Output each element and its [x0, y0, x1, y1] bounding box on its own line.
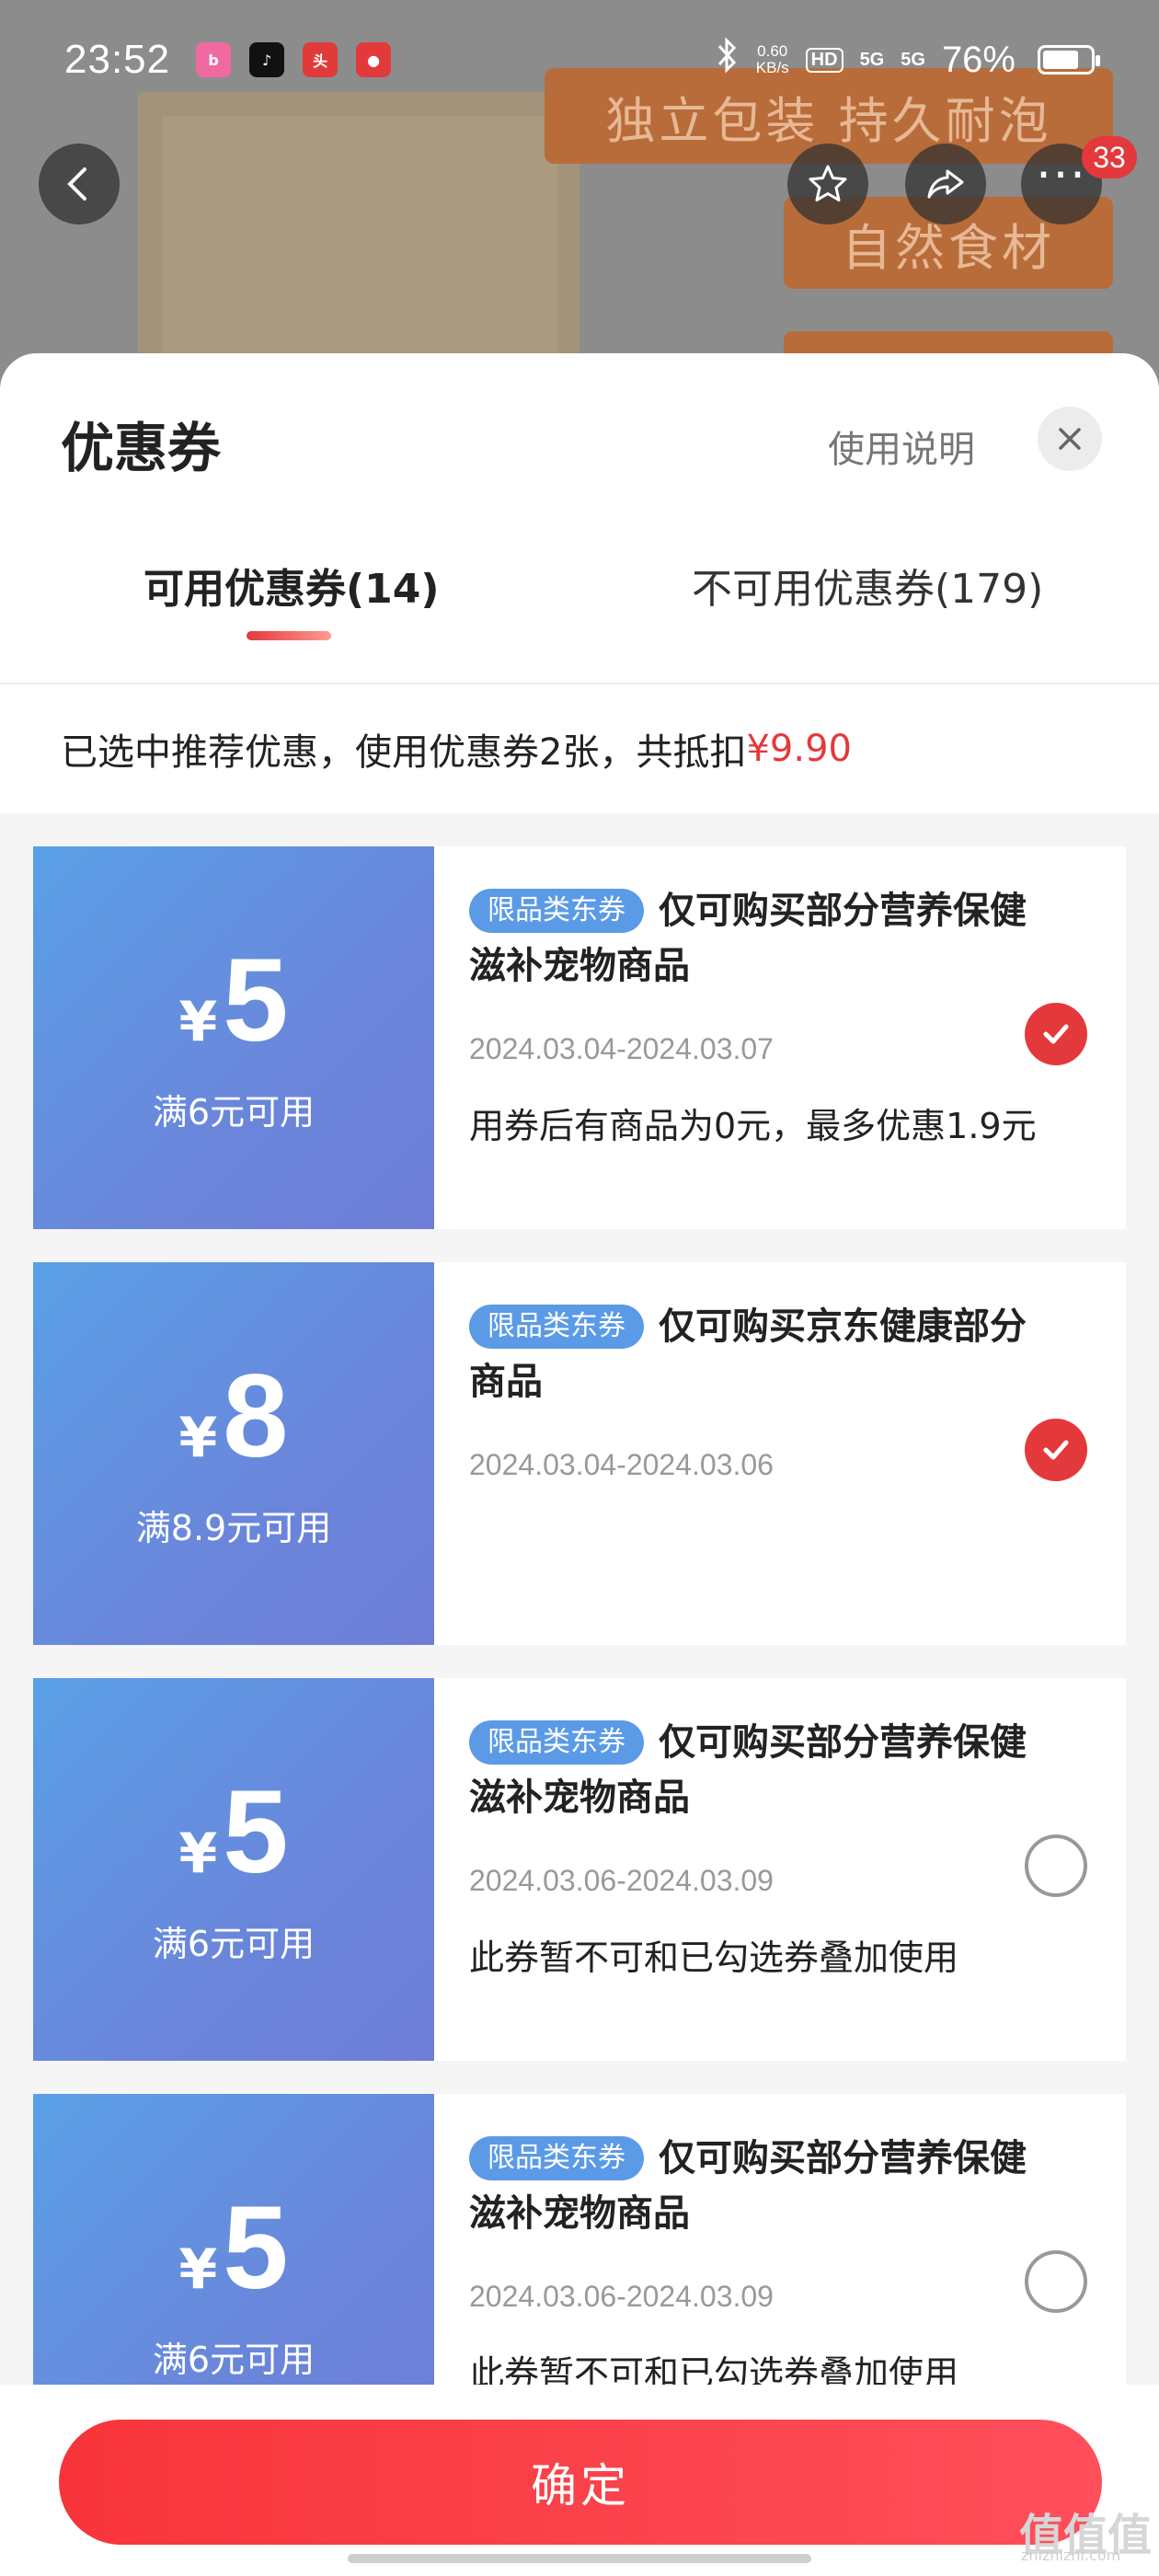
coupon-checkbox-checked[interactable]	[1025, 1419, 1087, 1481]
coupon-sheet: 优惠券 使用说明 可用优惠券(14) 不可用优惠券(179) 已选中推荐优惠，使…	[0, 353, 1159, 2576]
coupon-checkbox-checked[interactable]	[1025, 1003, 1087, 1065]
selection-summary: 已选中推荐优惠，使用优惠券2张，共抵扣 ¥9.90	[0, 684, 1159, 813]
coupon-details: 限品类东券 仅可购买京东健康部分商品 2024.03.04-2024.03.06	[434, 1262, 1126, 1645]
checkmark-icon	[1043, 1440, 1069, 1460]
currency-symbol: ¥	[178, 989, 218, 1054]
coupon-details: 限品类东券 仅可购买部分营养保健滋补宠物商品 2024.03.04-2024.03…	[434, 846, 1126, 1229]
signal-5g-icon-2: 5G	[901, 49, 925, 70]
coupon-condition: 满6元可用	[152, 2339, 316, 2380]
coupon-value-panel: ¥8 满8.9元可用	[28, 1262, 434, 1645]
coupon-note: 用券后有商品为0元，最多优惠1.9元	[469, 1106, 1037, 1146]
back-button[interactable]	[39, 144, 120, 224]
battery-icon	[1038, 45, 1100, 75]
tab-available[interactable]: 可用优惠券(14)	[143, 556, 439, 615]
coupon-card[interactable]: ¥8 满8.9元可用 限品类东券 仅可购买京东健康部分商品 2024.03.04-…	[28, 1262, 1126, 1645]
coupon-value-panel: ¥5 满6元可用	[28, 846, 434, 1229]
coupon-amount: 5	[223, 2181, 289, 2314]
watermark-url: zhizhizhi.com	[1021, 2547, 1121, 2564]
coupon-tag: 限品类东券	[469, 2136, 644, 2180]
usage-instructions-link[interactable]: 使用说明	[828, 420, 975, 473]
checkmark-icon	[1043, 1024, 1069, 1044]
tab-unavailable[interactable]: 不可用优惠券(179)	[692, 556, 1043, 615]
sheet-footer: 确定	[0, 2385, 1159, 2576]
app-notification-icon: ●	[356, 42, 392, 77]
status-time: 23:52	[64, 37, 171, 82]
coupon-amount: 5	[223, 1765, 289, 1898]
coupon-checkbox-unchecked[interactable]	[1025, 1834, 1087, 1897]
notification-icons: b ♪ 头 ●	[196, 42, 392, 77]
star-icon	[809, 165, 847, 201]
product-image-inner	[162, 116, 557, 386]
coupon-condition: 满8.9元可用	[135, 1507, 332, 1548]
tiktok-icon: ♪	[249, 42, 285, 77]
bilibili-icon: b	[196, 42, 232, 77]
coupon-tag: 限品类东券	[469, 1305, 644, 1349]
coupon-condition: 满6元可用	[152, 1091, 316, 1133]
home-indicator[interactable]	[348, 2554, 811, 2563]
coupon-list: ¥5 满6元可用 限品类东券 仅可购买部分营养保健滋补宠物商品 2024.03.0…	[0, 813, 1159, 2477]
more-dots-icon: ···	[1036, 148, 1087, 203]
coupon-tag: 限品类东券	[469, 889, 644, 933]
sheet-title: 优惠券	[61, 417, 222, 479]
coupon-tabs: 可用优惠券(14) 不可用优惠券(179)	[0, 556, 1159, 684]
close-icon	[1059, 428, 1081, 450]
coupon-amount: 8	[223, 1350, 289, 1482]
signal-5g-icon: 5G	[859, 49, 885, 70]
coupon-note: 此券暂不可和已勾选券叠加使用	[469, 1938, 959, 1978]
close-button[interactable]	[1038, 407, 1102, 471]
toutiao-icon: 头	[303, 42, 339, 77]
chevron-left-icon	[67, 167, 86, 201]
hd-icon: HD	[805, 47, 843, 73]
coupon-checkbox-unchecked[interactable]	[1025, 2250, 1087, 2313]
share-icon	[927, 169, 964, 199]
message-badge: 33	[1082, 136, 1137, 178]
sheet-header: 优惠券 使用说明 可用优惠券(14) 不可用优惠券(179)	[0, 353, 1159, 684]
summary-text: 已选中推荐优惠，使用优惠券2张，共抵扣	[61, 731, 747, 774]
network-speed: 0.60 KB/s	[755, 42, 789, 76]
coupon-card[interactable]: ¥5 满6元可用 限品类东券 仅可购买部分营养保健滋补宠物商品 2024.03.0…	[28, 846, 1126, 1229]
battery-percent: 76%	[941, 39, 1016, 80]
currency-symbol: ¥	[178, 2237, 218, 2302]
share-button[interactable]	[905, 144, 986, 224]
currency-symbol: ¥	[178, 1405, 218, 1470]
coupon-tag: 限品类东券	[469, 1720, 644, 1765]
divider	[0, 683, 1159, 684]
favorite-button[interactable]	[787, 144, 868, 224]
confirm-button[interactable]: 确定	[59, 2420, 1102, 2545]
coupon-condition: 满6元可用	[152, 1923, 316, 1964]
summary-amount: ¥9.90	[746, 728, 852, 770]
currency-symbol: ¥	[178, 1821, 218, 1886]
bluetooth-icon	[716, 37, 740, 83]
coupon-amount: 5	[223, 934, 289, 1066]
active-tab-indicator	[247, 631, 331, 640]
coupon-card[interactable]: ¥5 满6元可用 限品类东券 仅可购买部分营养保健滋补宠物商品 2024.03.0…	[28, 1678, 1126, 2061]
status-bar: 23:52 b ♪ 头 ● 0.60 KB/s HD 5G 5G 76%	[0, 0, 1159, 120]
coupon-details: 限品类东券 仅可购买部分营养保健滋补宠物商品 2024.03.06-2024.03…	[434, 1678, 1126, 2061]
coupon-value-panel: ¥5 满6元可用	[28, 1678, 434, 2061]
